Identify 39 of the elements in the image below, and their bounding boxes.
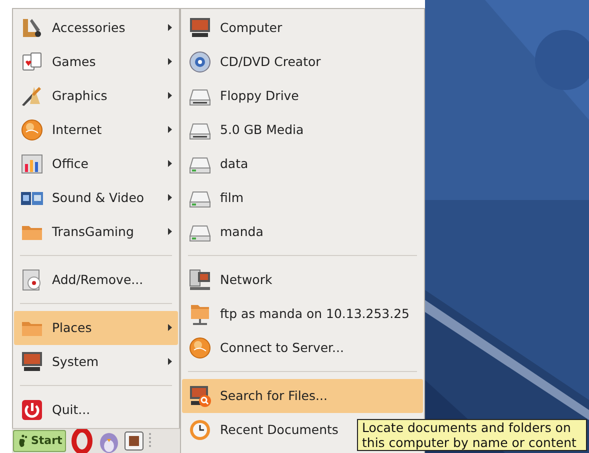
browser-icon[interactable]: [70, 429, 94, 453]
menu-item[interactable]: CD/DVD Creator: [182, 45, 423, 79]
menu-item[interactable]: Games: [14, 45, 178, 79]
menu-item[interactable]: Office: [14, 147, 178, 181]
tooltip: Locate documents and folders on this computer by name or content: [357, 419, 587, 451]
drag-handle-icon[interactable]: [148, 432, 152, 450]
menu-item[interactable]: Floppy Drive: [182, 79, 423, 113]
monitor-icon: [20, 350, 44, 374]
search-icon: [188, 384, 212, 408]
foot-icon: [17, 434, 29, 448]
menu-item[interactable]: ftp as manda on 10.13.253.25: [182, 297, 423, 331]
menu-item[interactable]: Search for Files...: [182, 379, 423, 413]
tools-icon: [20, 16, 44, 40]
menu-item[interactable]: Network: [182, 263, 423, 297]
menu-item[interactable]: Accessories: [14, 11, 178, 45]
menu-item[interactable]: Places: [14, 311, 178, 345]
clock-icon: [188, 418, 212, 442]
menu-item[interactable]: Internet: [14, 113, 178, 147]
cd-icon: [188, 50, 212, 74]
monitor-icon: [188, 16, 212, 40]
brush-icon: [20, 84, 44, 108]
menu-item[interactable]: Connect to Server...: [182, 331, 423, 365]
network-icon: [188, 268, 212, 292]
menu-item[interactable]: Quit...: [14, 393, 178, 427]
start-button[interactable]: Start: [13, 430, 66, 452]
window-icon[interactable]: [124, 431, 144, 451]
menu-item[interactable]: TransGaming: [14, 215, 178, 249]
menu-item[interactable]: manda: [182, 215, 423, 249]
menu-item[interactable]: System: [14, 345, 178, 379]
menu-item[interactable]: Add/Remove...: [14, 263, 178, 297]
chart-icon: [20, 152, 44, 176]
folder-icon: [188, 302, 212, 326]
menu-item[interactable]: Sound & Video: [14, 181, 178, 215]
power-icon: [20, 398, 44, 422]
menu-item[interactable]: Graphics: [14, 79, 178, 113]
menu-item[interactable]: film: [182, 181, 423, 215]
menu-item[interactable]: Computer: [182, 11, 423, 45]
menu-item[interactable]: 5.0 GB Media: [182, 113, 423, 147]
menu-item[interactable]: data: [182, 147, 423, 181]
